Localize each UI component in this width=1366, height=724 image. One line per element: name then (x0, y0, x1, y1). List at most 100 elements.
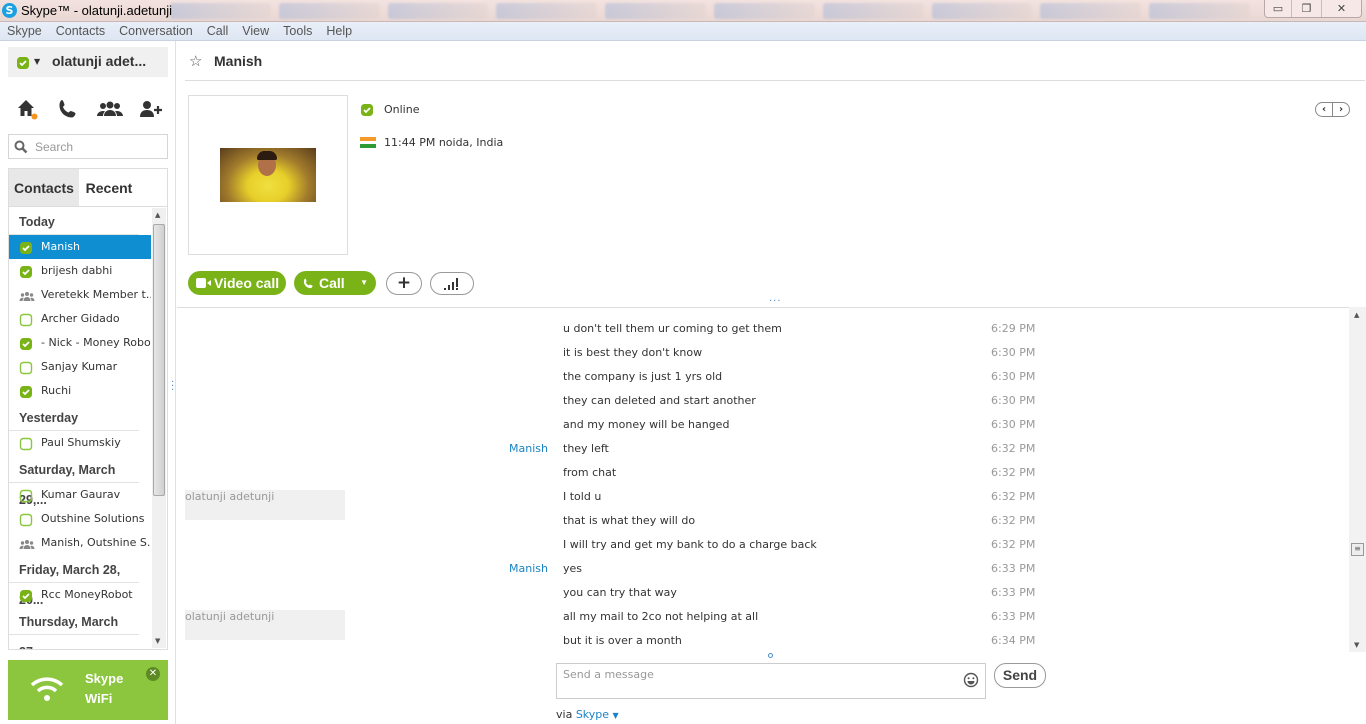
scroll-down-icon[interactable]: ▼ (1354, 641, 1359, 649)
online-status-icon (19, 384, 33, 403)
via-selector: via Skype ▼ (556, 708, 619, 721)
scrollbar-thumb[interactable] (153, 224, 165, 496)
profile-button[interactable]: ▼ olatunji adet... (8, 47, 168, 77)
message-sender[interactable]: Manish (509, 442, 548, 455)
skype-wifi-promo[interactable]: Skype WiFi ✕ (8, 660, 168, 720)
window-title: Skype™ - olatunji.adetunji (21, 3, 173, 18)
composer-resize-handle[interactable] (768, 653, 773, 658)
phone-icon[interactable] (56, 97, 80, 121)
call-quality-button[interactable] (430, 272, 474, 295)
chat-message: olatunji adetunji all my mail to 2co not … (177, 604, 1347, 640)
menu-view[interactable]: View (242, 22, 269, 40)
chat-message: olatunji adetunji I told u 6:32 PM (177, 484, 1347, 520)
via-skype-link[interactable]: Skype (576, 708, 609, 721)
contact-status: Online (384, 103, 420, 116)
message-time: 6:29 PM (991, 322, 1036, 335)
chevron-down-icon[interactable]: ▼ (613, 711, 619, 720)
message-input[interactable] (563, 668, 953, 694)
recent-item-name: Rcc MoneyRobot (41, 588, 133, 601)
search-box[interactable] (8, 134, 168, 159)
contact-avatar[interactable] (188, 95, 348, 255)
add-button[interactable]: + (386, 272, 422, 295)
tab-recent[interactable]: Recent (79, 169, 139, 207)
send-button[interactable]: Send (994, 663, 1046, 688)
online-status-icon (19, 264, 33, 283)
call-dropdown-icon[interactable]: ▼ (360, 271, 368, 295)
recent-item-name: Archer Gidado (41, 312, 120, 325)
group-header: Today (9, 207, 151, 235)
promo-line2: WiFi (85, 691, 113, 706)
message-sender[interactable]: Manish (509, 562, 548, 575)
via-label: via (556, 708, 573, 721)
recent-item[interactable]: Veretekk Member t... (9, 283, 151, 307)
group-heading: Yesterday (9, 403, 139, 431)
signal-bars-icon (444, 278, 458, 290)
recent-item[interactable]: Ruchi (9, 379, 151, 403)
close-promo-icon[interactable]: ✕ (146, 667, 160, 681)
chat-scrollbar[interactable]: ▲ ≡ ▼ (1349, 307, 1366, 652)
offline-status-icon (19, 488, 33, 507)
profile-name: olatunji adet... (52, 53, 147, 69)
chat-message: and my money will be hanged 6:30 PM (177, 412, 1347, 436)
menu-call[interactable]: Call (207, 22, 229, 40)
recent-item[interactable]: Rcc MoneyRobot (9, 583, 151, 607)
recent-item[interactable]: Manish, Outshine S... (9, 531, 151, 555)
next-icon[interactable]: › (1333, 103, 1349, 116)
scrollbar-thumb[interactable]: ≡ (1351, 543, 1364, 556)
conversation-title: Manish (214, 53, 263, 69)
recent-item[interactable]: Kumar Gaurav (9, 483, 151, 507)
menu-contacts[interactable]: Contacts (56, 22, 105, 40)
contact-location: 11:44 PM noida, India (384, 136, 504, 149)
home-icon[interactable] (16, 97, 40, 121)
recent-item[interactable]: Archer Gidado (9, 307, 151, 331)
offline-status-icon (19, 436, 33, 455)
recent-list-content: Today Manish brijesh dabhi Veretekk Member … (9, 207, 151, 649)
message-text: I told u (563, 490, 602, 503)
header-resize-handle[interactable]: ··· (769, 296, 782, 307)
menu-conversation[interactable]: Conversation (119, 22, 193, 40)
group-heading: Saturday, March 29,... (9, 455, 139, 507)
recent-item-name: Kumar Gaurav (41, 488, 121, 501)
recent-item[interactable]: Paul Shumskiy (9, 431, 151, 455)
tab-contacts[interactable]: Contacts (9, 169, 79, 207)
recent-item[interactable]: Outshine Solutions (9, 507, 151, 531)
recent-item[interactable]: brijesh dabhi (9, 259, 151, 283)
close-button[interactable]: ✕ (1321, 0, 1361, 17)
online-status-icon (17, 57, 29, 69)
chat-message: the company is just 1 yrs old 6:30 PM (177, 364, 1347, 388)
emoticon-icon[interactable] (963, 672, 979, 688)
promo-text: Skype WiFi (85, 669, 123, 709)
recent-item[interactable]: - Nick - Money Robot (9, 331, 151, 355)
group-header: Saturday, March 29,... (9, 455, 151, 507)
offline-status-icon (19, 360, 33, 379)
previous-icon[interactable]: ‹ (1316, 103, 1333, 116)
chat-message: Manish they left 6:32 PM (177, 436, 1347, 460)
menu-tools[interactable]: Tools (283, 22, 312, 40)
favorite-star-icon[interactable]: ☆ (189, 52, 202, 70)
group-heading: Friday, March 28, 20... (9, 555, 139, 607)
scroll-up-icon[interactable]: ▲ (1354, 311, 1359, 319)
recent-item-name: Outshine Solutions (41, 512, 145, 525)
video-call-button[interactable]: Video call (188, 271, 286, 295)
scroll-down-icon[interactable]: ▼ (155, 637, 160, 645)
recent-list-scrollbar[interactable]: ▲ ▼ (152, 208, 166, 648)
message-text: all my mail to 2co not helping at all (563, 610, 759, 623)
sidebar: ▼ olatunji adet... Contacts Recent Today… (0, 41, 176, 724)
search-input[interactable] (35, 137, 163, 156)
scroll-up-icon[interactable]: ▲ (155, 211, 160, 219)
menu-skype[interactable]: Skype (7, 22, 42, 40)
call-button[interactable]: Call ▼ (294, 271, 376, 295)
pane-splitter[interactable]: · · · (171, 378, 174, 396)
add-contact-icon[interactable] (138, 97, 164, 121)
offline-status-icon (19, 512, 33, 531)
minimize-button[interactable]: ▭ (1265, 0, 1291, 17)
message-text: they left (563, 442, 609, 455)
message-composer[interactable] (556, 663, 986, 699)
restore-button[interactable]: ❐ (1291, 0, 1321, 17)
promo-line1: Skype (85, 671, 124, 686)
menu-help[interactable]: Help (326, 22, 352, 40)
group-header: Thursday, March 27,... (9, 607, 151, 649)
recent-item[interactable]: Manish (9, 235, 151, 259)
recent-item[interactable]: Sanjay Kumar (9, 355, 151, 379)
group-icon[interactable] (96, 97, 124, 121)
